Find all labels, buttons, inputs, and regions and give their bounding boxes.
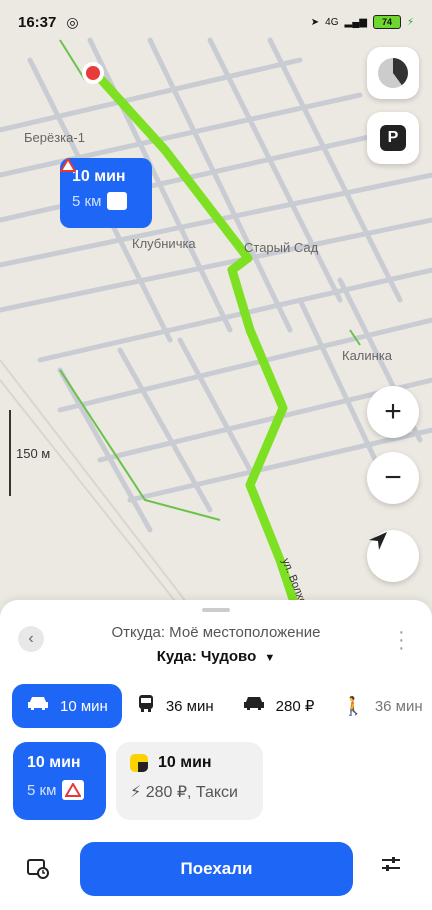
from-field[interactable]: Откуда: Моё местоположение <box>0 624 432 641</box>
lightning-icon: ⚡ <box>130 784 142 801</box>
kebab-icon: · · · <box>398 621 405 659</box>
battery-icon: 74 <box>372 15 401 29</box>
mode-car-label: 10 мин <box>60 697 108 715</box>
zoom-in-button[interactable]: + <box>367 386 419 438</box>
mode-taxi-label: 280 ₽ <box>275 698 315 715</box>
map-view[interactable]: ул. Волховстр Берёзка-1 Клубничка Старый… <box>0 0 432 620</box>
selected-route-card[interactable]: 10 мин 5 км <box>13 742 106 820</box>
route-callout-time: 10 мин <box>72 168 126 185</box>
parking-button[interactable]: P <box>367 112 419 164</box>
my-location-button[interactable] <box>367 530 419 582</box>
minus-icon: − <box>384 461 402 494</box>
mode-walk[interactable]: 🚶 36 мин <box>328 684 432 728</box>
sheet-grabber[interactable] <box>202 608 230 612</box>
to-label: Куда: Чудово <box>156 648 257 665</box>
taxi-icon <box>242 694 266 718</box>
place-label: Старый Сад <box>244 240 319 255</box>
plus-icon: + <box>384 395 402 428</box>
status-bar: 16:37 ◎ ➤ 4G ▂▄▆ 74 ⚡ <box>0 0 432 44</box>
selected-route-distance: 5 км <box>27 781 57 799</box>
mode-taxi[interactable]: 280 ₽ <box>228 684 329 728</box>
map-canvas[interactable]: ул. Волховстр <box>0 0 432 620</box>
status-time: 16:37 <box>18 13 57 31</box>
location-status-icon: ➤ <box>310 16 320 28</box>
bottom-action-bar: Поехали <box>0 840 432 900</box>
route-callout[interactable]: 10 мин 5 км <box>60 158 152 228</box>
place-label: Берёзка-1 <box>24 130 85 145</box>
to-field[interactable]: Куда: Чудово ▼ <box>0 648 432 665</box>
zoom-out-button[interactable]: − <box>367 452 419 504</box>
layers-icon <box>378 58 408 88</box>
network-type: 4G <box>325 16 339 28</box>
sliders-icon <box>380 854 402 879</box>
bus-icon <box>136 693 156 719</box>
mode-bus[interactable]: 36 мин <box>122 684 228 728</box>
walk-icon: 🚶 <box>342 695 365 716</box>
schedule-button[interactable] <box>26 856 50 886</box>
parking-icon: P <box>380 125 406 151</box>
mode-walk-label: 36 мин <box>374 697 423 715</box>
route-settings-button[interactable] <box>380 854 402 880</box>
signal-icon: ▂▄▆ <box>344 16 367 28</box>
bumps-warning-icon <box>60 158 128 210</box>
notification-icon: ◎ <box>66 13 79 30</box>
taxi-price: 280 ₽, Такси <box>145 784 238 801</box>
mode-car[interactable]: 10 мин <box>12 684 122 728</box>
taxi-route-card[interactable]: 10 мин ⚡ 280 ₽, Такси <box>116 742 263 820</box>
mode-bus-label: 36 мин <box>165 697 214 715</box>
bumps-warning-icon <box>62 780 85 800</box>
yandex-taxi-icon <box>130 754 148 772</box>
calendar-clock-icon <box>26 859 50 885</box>
charging-icon: ⚡ <box>406 16 414 28</box>
scale-bar <box>9 410 11 496</box>
scale-label: 150 м <box>16 446 51 461</box>
place-label: Калинка <box>342 348 393 363</box>
layers-button[interactable] <box>367 47 419 99</box>
more-menu-button[interactable]: · · · <box>398 622 405 658</box>
transport-modes: 10 мин 36 мин 280 ₽ 🚶 36 мин <box>12 684 432 728</box>
selected-route-time: 10 мин <box>27 754 81 771</box>
taxi-time: 10 мин <box>158 754 212 771</box>
place-label: Клубничка <box>132 236 196 251</box>
route-callout-distance: 5 км <box>72 192 102 210</box>
dropdown-arrow-icon: ▼ <box>264 652 276 664</box>
go-button[interactable]: Поехали <box>80 842 353 896</box>
car-icon <box>26 694 50 718</box>
